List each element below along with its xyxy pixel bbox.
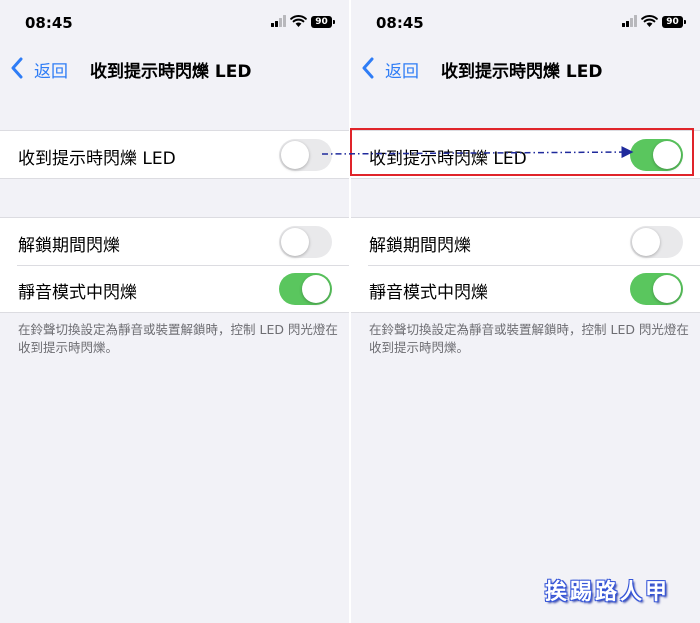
nav-bar: 返回 收到提示時閃爍 LED	[351, 44, 700, 92]
row-label: 收到提示時閃爍 LED	[18, 149, 176, 169]
back-label: 返回	[34, 62, 68, 82]
footnote: 在鈴聲切換設定為靜音或裝置解鎖時，控制 LED 閃光燈在收到提示時閃爍。	[369, 322, 689, 355]
page-title: 收到提示時閃爍 LED	[441, 62, 603, 82]
row-label: 靜音模式中閃爍	[369, 283, 488, 303]
page-title: 收到提示時閃爍 LED	[90, 62, 252, 82]
chevron-left-icon	[362, 57, 374, 79]
cellular-signal-icon	[271, 15, 286, 27]
flash-silent-toggle[interactable]	[630, 273, 683, 305]
settings-group-main: 收到提示時閃爍 LED	[0, 130, 349, 179]
row-label: 解鎖期間閃爍	[369, 236, 471, 256]
toggle-knob	[281, 228, 309, 256]
led-flash-toggle[interactable]	[630, 139, 683, 171]
status-bar: 08:45 90	[0, 0, 349, 44]
toggle-knob	[632, 228, 660, 256]
settings-group-options: 解鎖期間閃爍 靜音模式中閃爍	[351, 217, 700, 313]
flash-silent-toggle[interactable]	[279, 273, 332, 305]
battery-icon: 90	[311, 16, 335, 28]
row-led-flash: 收到提示時閃爍 LED	[0, 131, 349, 178]
row-label: 靜音模式中閃爍	[18, 283, 137, 303]
wifi-icon	[641, 15, 658, 27]
status-time: 08:45	[25, 14, 73, 32]
row-flash-silent: 靜音模式中閃爍	[0, 265, 349, 312]
settings-group-options: 解鎖期間閃爍 靜音模式中閃爍	[0, 217, 349, 313]
toggle-knob	[653, 141, 681, 169]
toggle-knob	[281, 141, 309, 169]
nav-bar: 返回 收到提示時閃爍 LED	[0, 44, 349, 92]
chevron-left-icon	[11, 57, 23, 79]
battery-icon: 90	[662, 16, 686, 28]
battery-level: 90	[666, 17, 679, 27]
back-label: 返回	[385, 62, 419, 82]
cellular-signal-icon	[622, 15, 637, 27]
status-bar: 08:45 90	[351, 0, 700, 44]
footnote: 在鈴聲切換設定為靜音或裝置解鎖時，控制 LED 閃光燈在收到提示時閃爍。	[18, 322, 338, 355]
settings-group-main: 收到提示時閃爍 LED	[351, 130, 700, 179]
row-label: 收到提示時閃爍 LED	[369, 149, 527, 169]
watermark: 挨踢路人甲	[545, 579, 671, 605]
toggle-knob	[302, 275, 330, 303]
flash-unlocked-toggle[interactable]	[279, 226, 332, 258]
row-flash-unlocked: 解鎖期間閃爍	[0, 218, 349, 265]
toggle-knob	[653, 275, 681, 303]
battery-level: 90	[315, 17, 328, 27]
row-flash-silent: 靜音模式中閃爍	[351, 265, 700, 312]
row-flash-unlocked: 解鎖期間閃爍	[351, 218, 700, 265]
led-flash-toggle[interactable]	[279, 139, 332, 171]
wifi-icon	[290, 15, 307, 27]
right-screen: 08:45 90 返回 收到提示時閃爍 LED 收到提示時閃爍 LED 解鎖期間…	[351, 0, 700, 623]
row-label: 解鎖期間閃爍	[18, 236, 120, 256]
status-time: 08:45	[376, 14, 424, 32]
flash-unlocked-toggle[interactable]	[630, 226, 683, 258]
row-led-flash: 收到提示時閃爍 LED	[351, 131, 700, 178]
left-screen: 08:45 90 返回 收到提示時閃爍 LED 收到提示時閃爍 LED 解鎖期間…	[0, 0, 349, 623]
